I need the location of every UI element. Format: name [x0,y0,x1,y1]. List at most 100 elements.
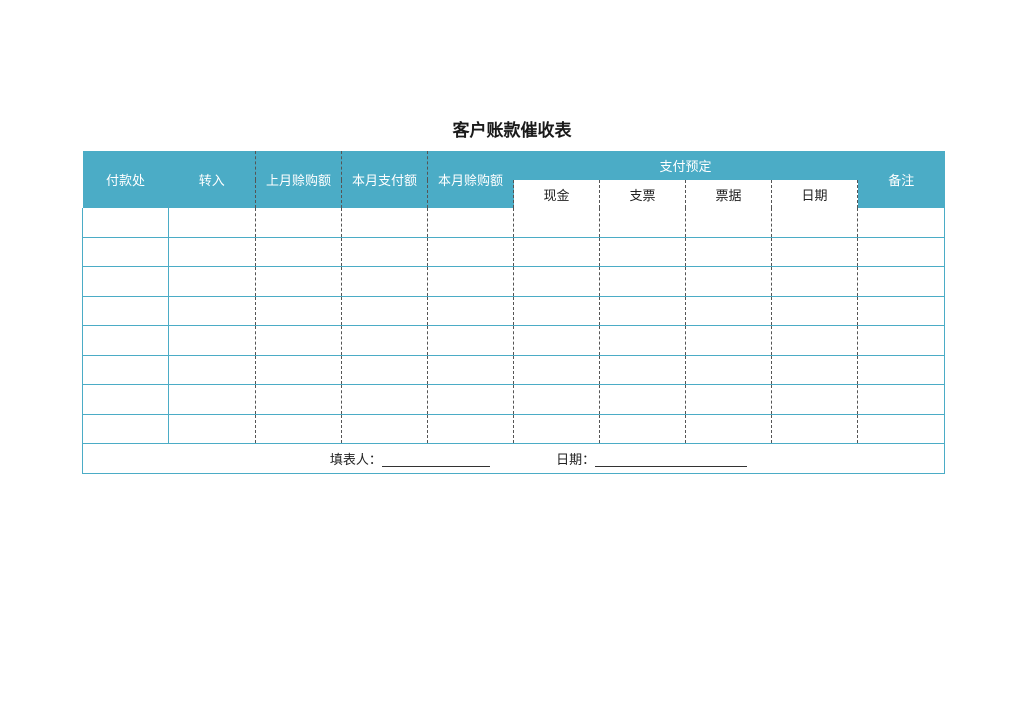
table-cell[interactable] [771,325,859,356]
table-cell[interactable] [341,237,428,267]
table-cell[interactable] [857,237,946,267]
table-cell[interactable] [771,384,859,415]
table-row [82,355,946,385]
table-cell[interactable] [341,414,428,444]
table-cell[interactable] [513,296,600,326]
table-cell[interactable] [82,355,169,385]
table-cell[interactable] [341,296,428,326]
table-cell[interactable] [857,266,946,297]
table-cell[interactable] [168,355,256,385]
table-cell[interactable] [685,296,772,326]
date-label: 日期： [556,453,596,468]
table-cell[interactable] [427,384,514,415]
table-cell[interactable] [255,296,342,326]
table-cell[interactable] [513,414,600,444]
table-row [82,266,946,297]
collection-table: 付款处 转入 上月赊购额 本月支付额 本月赊购额 支付预定 备注 现金 支票 票… [81,151,946,474]
table-cell[interactable] [599,266,686,297]
table-cell[interactable] [771,208,859,238]
table-cell[interactable] [513,208,600,238]
table-cell[interactable] [427,266,514,297]
table-cell[interactable] [168,384,256,415]
table-cell[interactable] [513,384,600,415]
table-cell[interactable] [857,325,946,356]
table-cell[interactable] [685,325,772,356]
date-signature-line[interactable] [595,465,748,467]
table-cell[interactable] [255,384,342,415]
table-cell[interactable] [771,414,859,444]
table-cell[interactable] [82,325,169,356]
table-cell[interactable] [685,266,772,297]
table-cell[interactable] [255,414,342,444]
header-payment-plan: 支付预定 [513,151,858,180]
header-check: 支票 [599,180,686,208]
table-cell[interactable] [168,208,256,238]
table-cell[interactable] [685,355,772,385]
table-cell[interactable] [427,237,514,267]
table-cell[interactable] [771,296,859,326]
table-cell[interactable] [168,237,256,267]
header-payer: 付款处 [82,151,169,208]
header-transfer-in: 转入 [168,151,256,208]
table-cell[interactable] [513,266,600,297]
table-cell[interactable] [427,208,514,238]
table-cell[interactable] [599,355,686,385]
signature-row: 填表人： 日期： [81,443,946,474]
table-cell[interactable] [341,208,428,238]
table-cell[interactable] [771,355,859,385]
table-cell[interactable] [857,208,946,238]
table-cell[interactable] [341,384,428,415]
table-cell[interactable] [599,325,686,356]
table-cell[interactable] [168,325,256,356]
header-last-month-credit: 上月赊购额 [255,151,342,208]
table-cell[interactable] [82,237,169,267]
table-cell[interactable] [255,266,342,297]
table-cell[interactable] [513,237,600,267]
table-cell[interactable] [255,325,342,356]
table-cell[interactable] [341,355,428,385]
table-cell[interactable] [82,296,169,326]
table-cell[interactable] [82,414,169,444]
table-cell[interactable] [255,208,342,238]
table-cell[interactable] [685,414,772,444]
header-cash: 现金 [513,180,600,208]
table-cell[interactable] [513,325,600,356]
table-cell[interactable] [599,384,686,415]
form-title: 客户账款催收表 [452,121,572,141]
table-cell[interactable] [857,355,946,385]
table-cell[interactable] [82,266,169,297]
table-cell[interactable] [599,414,686,444]
table-cell[interactable] [685,208,772,238]
table-row [82,237,946,267]
table-cell[interactable] [168,266,256,297]
table-row [82,414,946,444]
table-cell[interactable] [427,296,514,326]
table-cell[interactable] [857,414,946,444]
table-cell[interactable] [599,237,686,267]
table-cell[interactable] [427,414,514,444]
table-cell[interactable] [771,237,859,267]
table-cell[interactable] [341,266,428,297]
table-cell[interactable] [857,384,946,415]
table-cell[interactable] [771,266,859,297]
table-cell[interactable] [599,296,686,326]
table-cell[interactable] [599,208,686,238]
table-cell[interactable] [427,355,514,385]
table-row [82,208,946,238]
table-cell[interactable] [168,296,256,326]
table-cell[interactable] [513,355,600,385]
filler-signature-line[interactable] [381,465,490,467]
table-cell[interactable] [255,355,342,385]
table-cell[interactable] [857,296,946,326]
table-cell[interactable] [341,325,428,356]
table-cell[interactable] [685,384,772,415]
table-cell[interactable] [82,384,169,415]
table-cell[interactable] [82,208,169,238]
header-this-month-credit: 本月赊购额 [427,151,514,208]
table-cell[interactable] [427,325,514,356]
header-date: 日期 [771,180,859,208]
table-cell[interactable] [168,414,256,444]
table-row [82,384,946,415]
table-cell[interactable] [255,237,342,267]
table-cell[interactable] [685,237,772,267]
